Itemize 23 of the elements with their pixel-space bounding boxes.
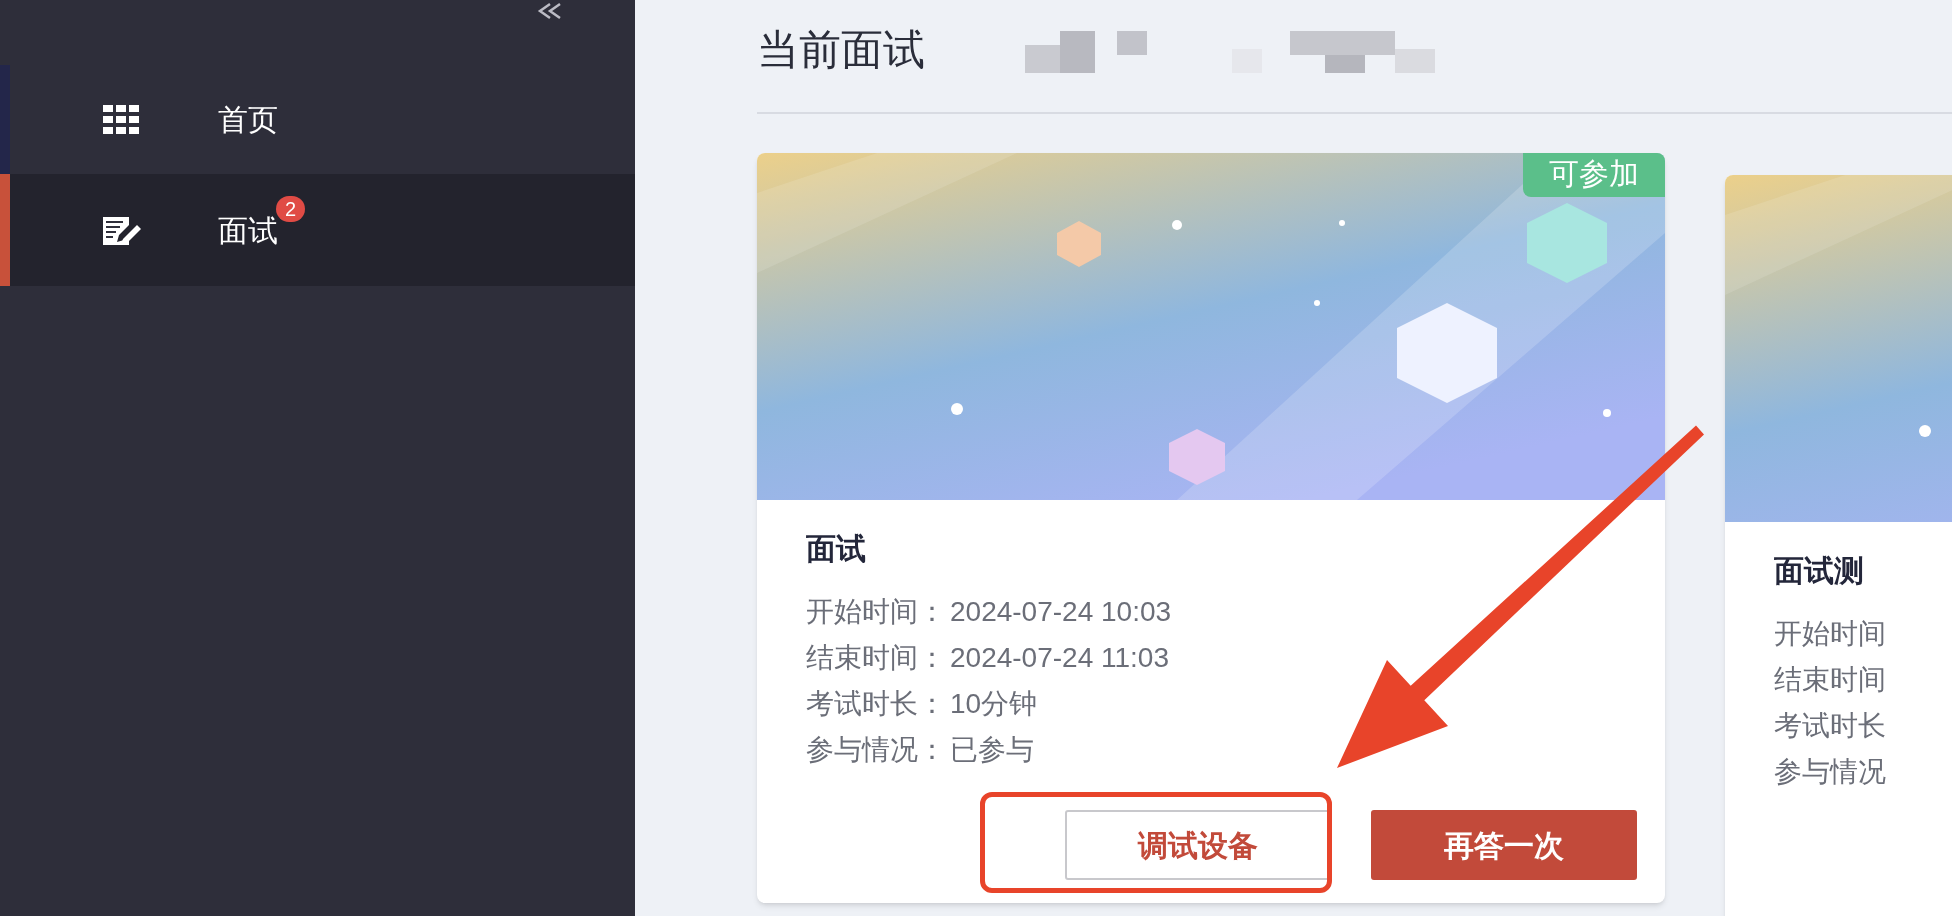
sidebar-label: 面试: [218, 212, 278, 249]
field-value: 2024-07-24 11:03: [950, 642, 1169, 674]
field-label: 结束时间：: [806, 642, 946, 674]
count-badge: 2: [276, 196, 306, 222]
field-label: 开始时间: [1774, 618, 1886, 650]
field-label: 考试时长：: [806, 688, 946, 720]
retry-button[interactable]: 再答一次: [1371, 810, 1637, 880]
field-label: 开始时间：: [806, 596, 946, 628]
field-value: 10分钟: [950, 688, 1038, 720]
sidebar-label: 首页: [218, 102, 278, 138]
sidebar-item[interactable]: 面试 2: [0, 174, 635, 286]
field-label: 考试时长: [1774, 710, 1886, 742]
page-title: 当前面试: [757, 28, 925, 71]
card-title: 面试测: [1774, 556, 1865, 586]
card-title: 面试: [806, 534, 867, 564]
field-label: 参与情况: [1774, 756, 1886, 788]
grid-icon: [103, 104, 139, 135]
edit-icon: [103, 215, 141, 245]
field-label: 结束时间: [1774, 664, 1886, 696]
status-tag: 可参加: [1523, 153, 1665, 197]
field-label: 参与情况：: [806, 734, 946, 766]
field-value: 2024-07-24 10:03: [950, 596, 1172, 628]
field-value: 已参与: [950, 734, 1034, 766]
